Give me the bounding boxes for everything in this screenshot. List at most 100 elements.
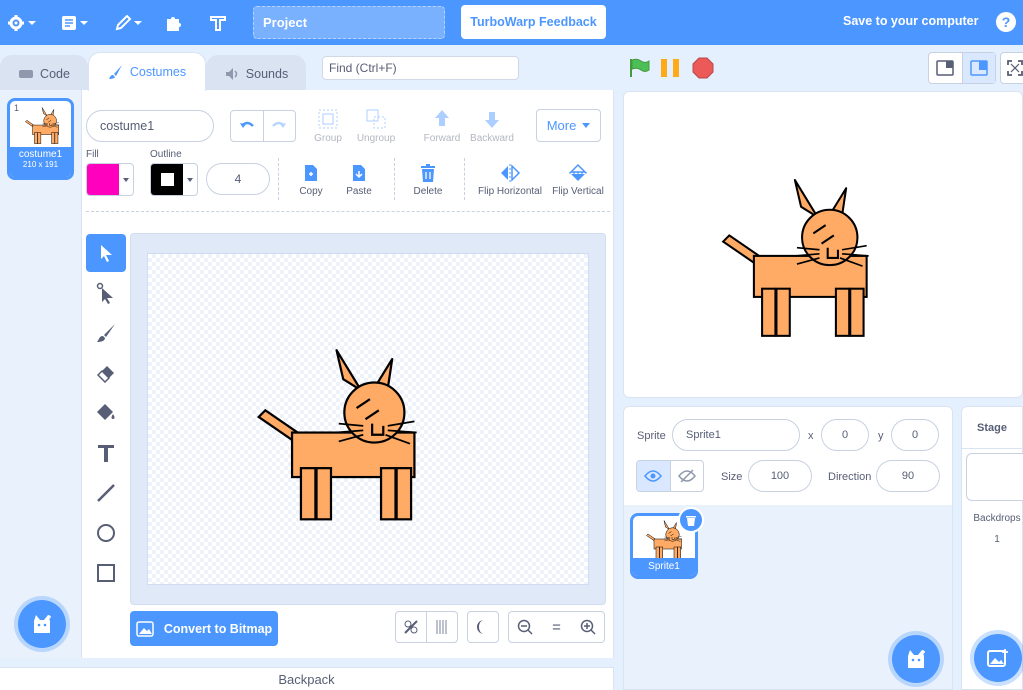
stage-sprite[interactable] xyxy=(709,178,889,342)
edit-menu-icon[interactable] xyxy=(112,0,146,45)
costume-name-input[interactable]: costume1 xyxy=(86,110,214,142)
reshape-tool[interactable] xyxy=(86,274,126,312)
undo-icon xyxy=(239,120,255,132)
turbowarp-logo-icon[interactable] xyxy=(206,0,230,45)
costume-tile-size: 210 x 191 xyxy=(22,160,59,169)
rectangle-tool[interactable] xyxy=(86,554,126,592)
tab-code[interactable]: Code xyxy=(0,55,88,91)
paste-button[interactable]: Paste xyxy=(343,163,375,197)
fill-tool[interactable] xyxy=(86,394,126,432)
sprite-tile-name: Sprite1 xyxy=(633,558,695,576)
stage-thumbnail xyxy=(966,453,1023,501)
zoom-reset-button[interactable]: = xyxy=(541,612,573,642)
fill-color-swatch xyxy=(87,164,119,195)
more-button[interactable]: More xyxy=(536,109,601,142)
stage-size-toggle xyxy=(928,52,996,84)
flip-vertical-icon xyxy=(568,163,588,183)
save-to-computer-button[interactable]: Save to your computer xyxy=(843,14,978,28)
paint-canvas[interactable] xyxy=(147,253,589,585)
fill-dropdown-icon xyxy=(119,164,133,195)
trash-icon xyxy=(419,163,437,183)
redo-button[interactable] xyxy=(264,111,296,141)
stage-canvas[interactable] xyxy=(623,91,1023,398)
copy-icon xyxy=(302,163,320,183)
copy-button[interactable]: Copy xyxy=(296,163,326,197)
text-icon xyxy=(97,443,115,463)
arrow-up-icon xyxy=(431,108,453,130)
tab-costumes[interactable]: Costumes xyxy=(88,52,206,91)
y-input[interactable]: 0 xyxy=(891,419,939,451)
pause-icon[interactable] xyxy=(659,57,681,79)
zoom-controls: = xyxy=(508,611,605,643)
backdrops-count: 1 xyxy=(994,534,1000,545)
large-stage-button[interactable] xyxy=(962,53,995,83)
eye-slash-icon xyxy=(677,469,696,483)
delete-button[interactable]: Delete xyxy=(410,163,446,197)
settings-gear-icon[interactable] xyxy=(6,0,40,45)
outline-width-input[interactable]: 4 xyxy=(206,163,270,195)
show-sprite-button[interactable] xyxy=(637,461,671,491)
forward-button[interactable]: Forward xyxy=(422,108,462,144)
snapping-button[interactable] xyxy=(427,612,457,642)
group-button[interactable]: Group xyxy=(312,108,344,144)
help-button[interactable]: ? xyxy=(996,12,1016,32)
dark-mode-button[interactable] xyxy=(467,611,499,643)
arrow-down-icon xyxy=(481,108,503,130)
x-label: x xyxy=(808,430,814,442)
addons-puzzle-icon[interactable] xyxy=(162,0,186,45)
flip-vertical-button[interactable]: Flip Vertical xyxy=(550,163,606,197)
sprite-label: Sprite xyxy=(637,430,666,442)
backward-label: Backward xyxy=(470,133,514,144)
pointer-icon xyxy=(97,243,115,263)
stop-icon[interactable] xyxy=(692,57,714,79)
sprite-info-panel: Sprite Sprite1 x 0 y 0 Size 100 Directio… xyxy=(623,406,953,506)
fullscreen-button[interactable] xyxy=(1000,52,1023,84)
paint-tools xyxy=(82,233,130,593)
brush-mode-button[interactable] xyxy=(396,612,427,642)
line-tool[interactable] xyxy=(86,474,126,512)
choose-backdrop-button[interactable] xyxy=(974,634,1022,682)
select-tool[interactable] xyxy=(86,234,126,272)
file-menu-icon[interactable] xyxy=(58,0,92,45)
text-tool[interactable] xyxy=(86,434,126,472)
choose-sprite-button[interactable] xyxy=(892,635,940,683)
zoom-out-button[interactable] xyxy=(509,612,541,642)
green-flag-icon[interactable] xyxy=(628,58,650,78)
convert-to-bitmap-button[interactable]: Convert to Bitmap xyxy=(130,611,278,646)
size-input[interactable]: 100 xyxy=(748,460,812,492)
undo-redo-group xyxy=(230,110,296,142)
circle-icon xyxy=(96,523,116,543)
brush-tool[interactable] xyxy=(86,314,126,352)
zoom-in-button[interactable] xyxy=(572,612,604,642)
feedback-button[interactable]: TurboWarp Feedback xyxy=(461,5,606,39)
ungroup-button[interactable]: Ungroup xyxy=(356,108,396,144)
small-stage-button[interactable] xyxy=(929,53,963,83)
brush-mode-icon xyxy=(402,618,420,636)
backpack-header[interactable]: Backpack xyxy=(0,667,614,690)
flip-horizontal-icon xyxy=(499,163,521,183)
flip-horizontal-button[interactable]: Flip Horizontal xyxy=(476,163,544,197)
hide-sprite-button[interactable] xyxy=(671,461,704,491)
sprite-name-input[interactable]: Sprite1 xyxy=(672,419,800,451)
choose-costume-button[interactable] xyxy=(18,600,66,648)
find-input[interactable]: Find (Ctrl+F) xyxy=(322,56,519,80)
undo-button[interactable] xyxy=(231,111,264,141)
tab-sounds[interactable]: Sounds xyxy=(206,55,306,91)
costume-tile[interactable]: 1 costume1 210 x 191 xyxy=(7,98,74,180)
direction-input[interactable]: 90 xyxy=(876,460,940,492)
stage-selector[interactable]: Stage Backdrops 1 xyxy=(961,406,1023,690)
costume-tile-footer: costume1 210 x 191 xyxy=(10,147,71,177)
fill-color-picker[interactable] xyxy=(86,163,134,196)
x-input[interactable]: 0 xyxy=(821,419,869,451)
delete-sprite-button[interactable] xyxy=(678,507,704,533)
outline-color-picker[interactable] xyxy=(150,163,198,196)
backward-button[interactable]: Backward xyxy=(468,108,516,144)
project-title-input[interactable]: Project xyxy=(253,6,445,39)
eraser-tool[interactable] xyxy=(86,354,126,392)
convert-label: Convert to Bitmap xyxy=(163,621,273,636)
sprite-selector: Sprite1 xyxy=(623,505,953,690)
circle-tool[interactable] xyxy=(86,514,126,552)
direction-label: Direction xyxy=(828,471,872,483)
forward-label: Forward xyxy=(423,133,461,144)
chevron-down-icon xyxy=(582,122,591,129)
